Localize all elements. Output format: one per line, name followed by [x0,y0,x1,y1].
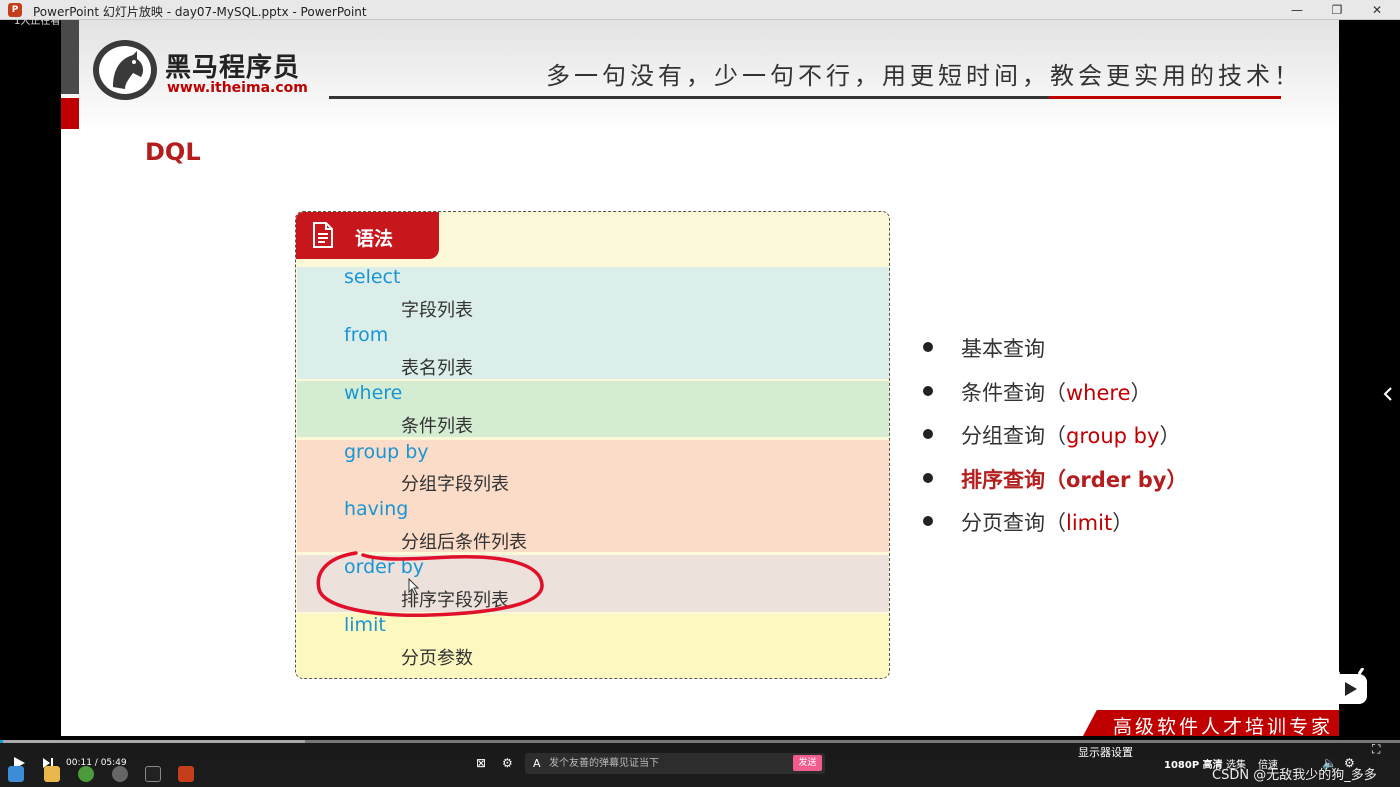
csdn-watermark: CSDN @无敌我少的狗_多多 [1212,768,1377,783]
bullet-dot-icon [923,429,933,439]
logo-url-text: www.itheima.com [167,80,308,96]
intellij-icon[interactable] [145,766,161,782]
danmaku-settings-icon[interactable]: ⚙ [502,756,513,770]
letterbox-left: 1大正在看 [0,16,61,740]
presentation-slide: 黑马程序员 www.itheima.com 多一句没有，少一句不行，用更短时间，… [61,20,1339,736]
minimize-button[interactable]: — [1282,1,1312,19]
desc-select: 字段列表 [401,300,473,321]
syntax-tab-label: 语法 [355,228,394,250]
desc-where: 条件列表 [401,416,473,437]
bullet-dot-icon [923,385,933,396]
powerpoint-taskbar-icon[interactable] [178,766,194,782]
desc-group-by: 分组字段列表 [401,474,509,495]
windows-start-icon[interactable] [8,766,24,782]
bullet-dot-icon [923,472,933,483]
danmaku-style-icon[interactable]: A [533,757,541,770]
window-title: PowerPoint 幻灯片放映 - day07-MySQL.pptx - Po… [33,5,367,19]
decor-red-bar [61,98,79,129]
window-titlebar: P PowerPoint 幻灯片放映 - day07-MySQL.pptx - … [0,0,1400,20]
display-settings-button[interactable]: 显示器设置 [1078,744,1133,760]
heima-horse-logo-icon [93,40,157,100]
letterbox-right [1331,20,1400,740]
chevron-left-icon[interactable] [1382,386,1394,402]
mouse-cursor-icon [408,578,420,596]
keyword-having: having [344,498,409,520]
viewer-count-text: 1大正在看 [14,16,61,27]
app-icon[interactable] [112,766,128,782]
keyword-select: select [344,266,401,288]
keyword-from: from [344,324,389,346]
file-explorer-icon[interactable] [44,766,60,782]
desc-limit: 分页参数 [401,648,473,669]
close-button[interactable]: ✕ [1362,1,1392,19]
annotation-circle [316,551,544,618]
band-limit [297,614,889,678]
keyword-group-by: group by [344,441,429,463]
screen: P PowerPoint 幻灯片放映 - day07-MySQL.pptx - … [0,0,1400,787]
slide-title: DQL [145,138,201,166]
document-icon [313,222,333,248]
danmaku-input[interactable]: 发个友善的弹幕见证当下 [525,753,825,774]
restore-button[interactable]: ❐ [1322,1,1352,19]
chrome-icon[interactable] [78,766,94,782]
footer-badge-text: 高级软件人才培训专家 [1113,716,1334,736]
bullet-dot-icon [923,342,933,352]
bullet-dot-icon [923,516,933,526]
header-underline-red [1049,96,1281,99]
fullscreen-icon[interactable]: ⛶ [1372,742,1380,757]
header-underline-dark [329,96,1049,99]
decor-dark-bar [61,20,79,94]
keyword-where: where [344,382,403,404]
desc-from: 表名列表 [401,358,473,379]
syntax-tab: 语法 [296,212,439,259]
logo-chinese-text: 黑马程序员 [165,53,301,83]
danmaku-toggle-icon[interactable]: ⊠ [476,756,486,770]
send-danmaku-button[interactable]: 发送 [793,755,822,771]
header-slogan: 多一句没有，少一句不行，用更短时间，教会更实用的技术！ [546,62,1302,90]
